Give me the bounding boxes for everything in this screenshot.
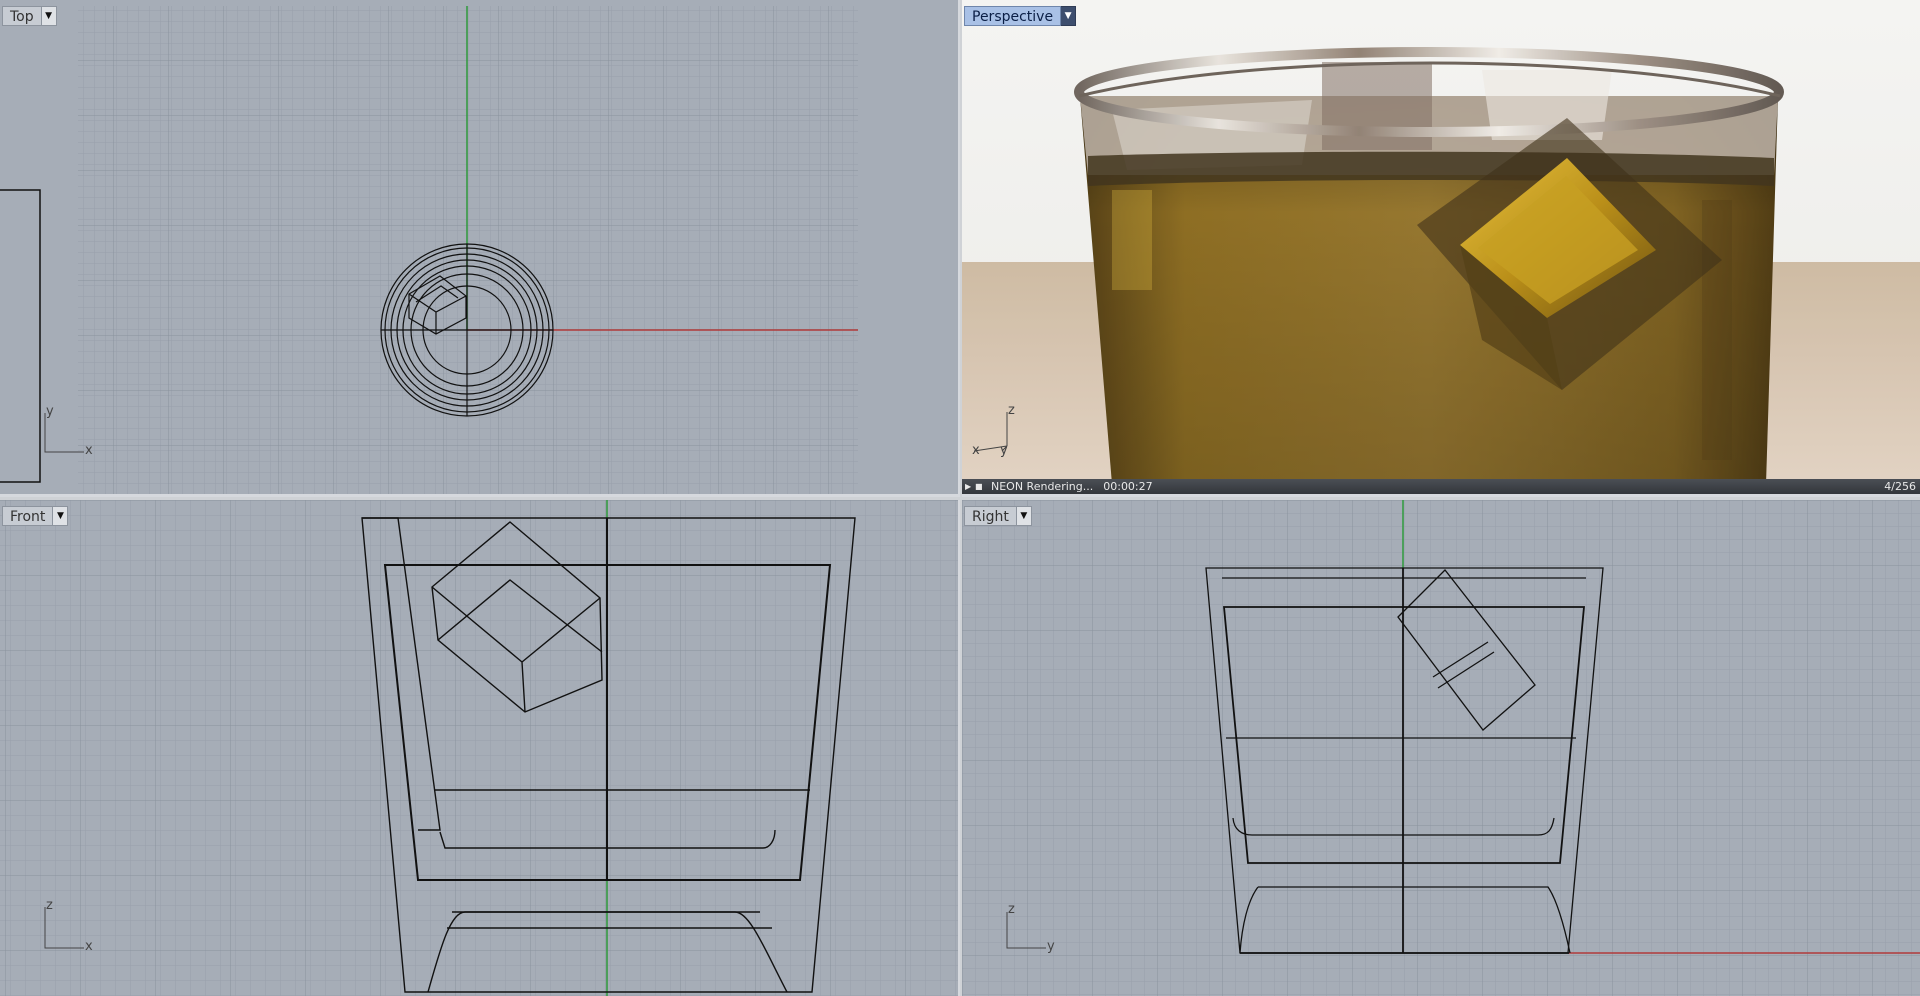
y-axis-label: y bbox=[46, 404, 54, 419]
x-axis-label: x bbox=[972, 443, 980, 458]
triangle-down-icon[interactable]: ▼ bbox=[53, 506, 69, 526]
y-axis-label: y bbox=[1000, 443, 1008, 458]
y-axis-label: y bbox=[1047, 939, 1055, 954]
right-viewport[interactable]: z y Right ▼ bbox=[962, 500, 1920, 996]
render-pass-count: 4/256 bbox=[1884, 480, 1916, 493]
render-status-text: NEON Rendering... bbox=[991, 480, 1094, 493]
top-viewport-canvas[interactable] bbox=[0, 0, 960, 497]
front-viewport-canvas[interactable] bbox=[0, 500, 960, 996]
lock-icon[interactable]: ■ bbox=[975, 479, 985, 494]
triangle-down-icon[interactable]: ▼ bbox=[1016, 506, 1032, 526]
perspective-viewport-title-tab[interactable]: Perspective ▼ bbox=[964, 6, 1077, 26]
render-timer: 00:00:27 bbox=[1103, 480, 1153, 493]
z-axis-label: z bbox=[46, 898, 53, 913]
top-viewport-title-tab[interactable]: Top ▼ bbox=[2, 6, 57, 26]
x-axis-label: x bbox=[85, 443, 93, 458]
viewport-title-label[interactable]: Front bbox=[2, 506, 54, 526]
viewport-area: y x Top ▼ z x y Perspective ▼ ▶ ■ NEON R… bbox=[0, 0, 1920, 996]
perspective-render-canvas[interactable] bbox=[962, 0, 1920, 497]
front-viewport[interactable]: z x Front ▼ bbox=[0, 500, 960, 996]
triangle-down-icon[interactable]: ▼ bbox=[41, 6, 57, 26]
play-icon[interactable]: ▶ bbox=[965, 479, 975, 494]
triangle-down-icon[interactable]: ▼ bbox=[1061, 6, 1077, 26]
viewport-title-label[interactable]: Top bbox=[2, 6, 42, 26]
viewport-title-label[interactable]: Perspective bbox=[964, 6, 1062, 26]
top-viewport[interactable]: y x Top ▼ bbox=[0, 0, 960, 497]
viewport-title-label[interactable]: Right bbox=[964, 506, 1017, 526]
z-axis-label: z bbox=[1008, 403, 1015, 418]
right-viewport-title-tab[interactable]: Right ▼ bbox=[964, 506, 1032, 526]
front-viewport-title-tab[interactable]: Front ▼ bbox=[2, 506, 69, 526]
right-viewport-canvas[interactable] bbox=[962, 500, 1920, 996]
perspective-viewport[interactable]: z x y Perspective ▼ ▶ ■ NEON Rendering..… bbox=[962, 0, 1920, 497]
x-axis-label: x bbox=[85, 939, 93, 954]
z-axis-label: z bbox=[1008, 902, 1015, 917]
render-status-bar: ▶ ■ NEON Rendering... 00:00:27 4/256 bbox=[962, 479, 1920, 494]
